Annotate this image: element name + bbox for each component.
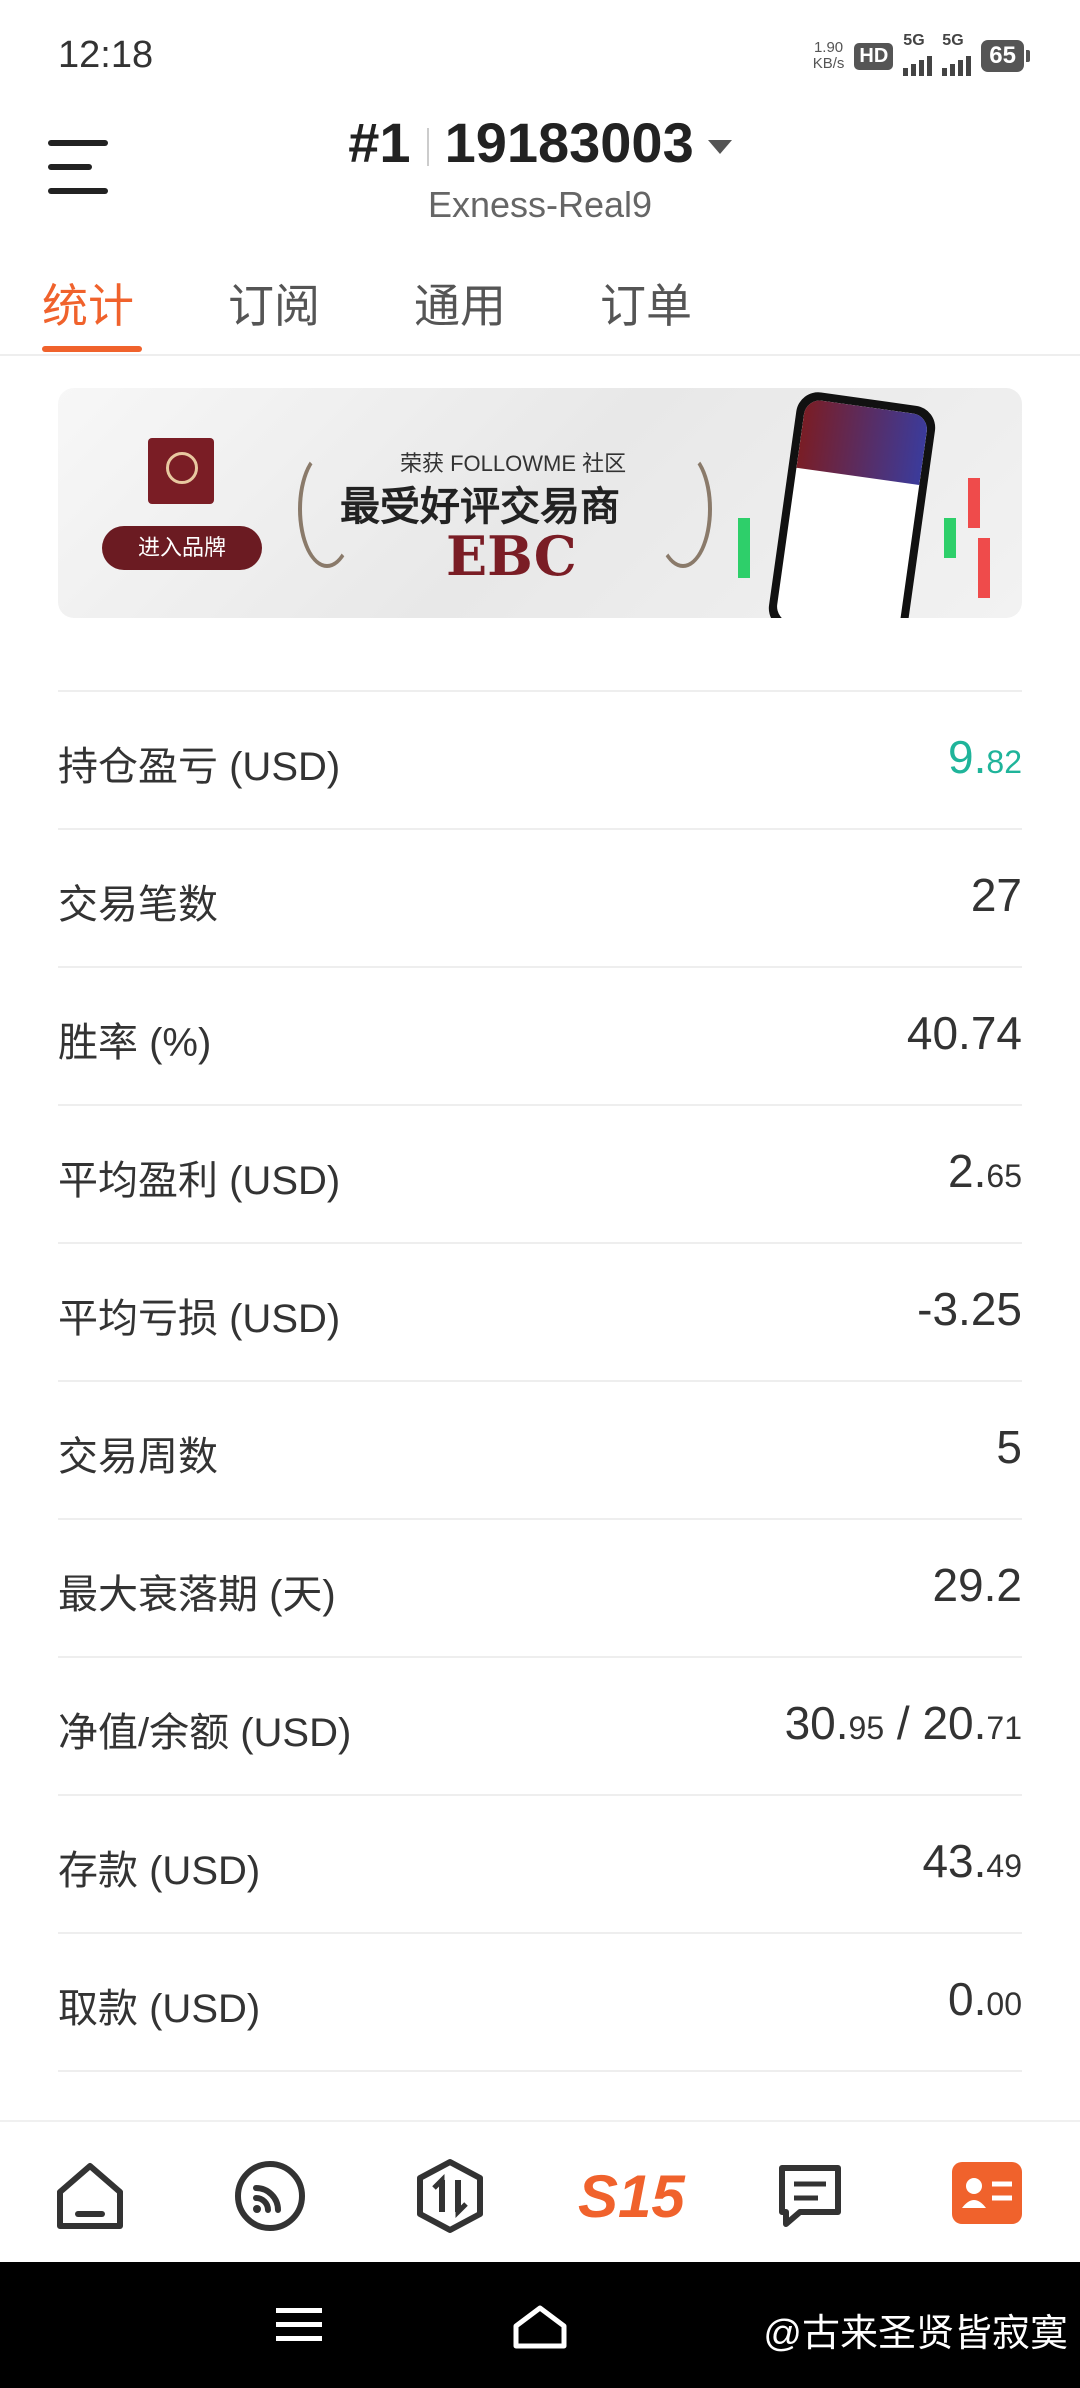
- promo-banner[interactable]: 进入品牌 荣获 FOLLOWME 社区 最受好评交易商 EBC: [58, 388, 1022, 618]
- stat-value-int: / 20.: [884, 1697, 987, 1749]
- stat-value-dec: 65: [986, 1158, 1022, 1194]
- network-speed: 1.90 KB/s: [813, 40, 845, 72]
- candle-graphic: [968, 478, 980, 528]
- stat-value: 5: [996, 1420, 1022, 1474]
- account-number: #1: [348, 111, 411, 174]
- stat-row: 交易周数 5: [58, 1382, 1022, 1520]
- stat-label: 交易笔数: [58, 883, 218, 927]
- stat-row: 取款 (USD) 0.00: [58, 1934, 1022, 2072]
- status-icons: 1.90 KB/s HD 5G 5G 65: [813, 32, 1030, 76]
- sim1-network: 5G: [903, 32, 925, 49]
- battery-icon: 65: [981, 40, 1030, 72]
- home-icon[interactable]: [52, 2158, 128, 2234]
- account-server: Exness-Real9: [427, 184, 653, 225]
- stat-value: 43.49: [922, 1834, 1022, 1888]
- stat-label: 胜率 (%): [58, 1021, 212, 1065]
- stat-value-int: 29.2: [932, 1559, 1022, 1611]
- tab-general[interactable]: 通用: [414, 270, 506, 336]
- stat-value-int: 27: [970, 869, 1022, 921]
- sim2-network: 5G: [942, 32, 964, 49]
- stat-label: 最大衰落期 (天): [58, 1573, 336, 1617]
- net-speed-unit: KB/s: [812, 55, 845, 72]
- tab-orders[interactable]: 订单: [600, 270, 692, 336]
- stat-label: 平均亏损 (USD): [58, 1297, 341, 1341]
- stat-value: 2.65: [948, 1144, 1022, 1198]
- stat-value-int: 40.74: [906, 1007, 1022, 1059]
- stat-row: 平均亏损 (USD) -3.25: [58, 1244, 1022, 1382]
- banner-brand: EBC: [446, 524, 577, 588]
- stat-row: 净值/余额 (USD) 30.95 / 20.71: [58, 1658, 1022, 1796]
- enter-brand-button[interactable]: 进入品牌: [102, 526, 262, 570]
- s15-tab[interactable]: S15: [578, 2162, 685, 2231]
- account-id: 19183003: [444, 111, 694, 174]
- ebc-logo: [148, 438, 214, 504]
- stat-row: 交易笔数 27: [58, 830, 1022, 968]
- stat-value-int: 5: [996, 1421, 1022, 1473]
- stat-value-dec: 95: [848, 1710, 885, 1746]
- stat-label: 持仓盈亏 (USD): [58, 745, 341, 789]
- status-bar: 12:18 1.90 KB/s HD 5G 5G 65: [0, 0, 1080, 110]
- dropdown-caret-icon: [707, 140, 732, 155]
- stat-label: 净值/余额 (USD): [58, 1711, 352, 1755]
- account-selector[interactable]: #1 19183003: [0, 110, 1080, 175]
- stat-value: 27: [971, 868, 1022, 922]
- stat-label: 交易周数: [58, 1435, 218, 1479]
- stat-value-int: 9.: [948, 731, 987, 783]
- phone-graphic: [765, 389, 939, 618]
- stat-value: 29.2: [932, 1558, 1022, 1612]
- bottom-nav: S15: [0, 2120, 1080, 2264]
- list-item-partial: [58, 640, 1022, 692]
- stat-value-dec: 49: [986, 1848, 1022, 1884]
- signal-icon: 5G: [903, 32, 933, 76]
- stat-value-int: 43.: [922, 1835, 987, 1887]
- stat-row: 最大衰落期 (天) 29.2: [58, 1520, 1022, 1658]
- stat-value-dec: 82: [986, 744, 1022, 780]
- candle-graphic: [944, 518, 956, 558]
- status-time: 12:18: [58, 34, 154, 76]
- stat-value: -3.25: [917, 1282, 1022, 1336]
- trade-icon[interactable]: [412, 2158, 488, 2234]
- stat-row: 平均盈利 (USD) 2.65: [58, 1106, 1022, 1244]
- stat-value-int: -3.25: [917, 1283, 1022, 1335]
- home-system-icon[interactable]: [510, 2302, 570, 2352]
- stat-value-dec: 00: [986, 1986, 1022, 2022]
- stat-value: 30.95 / 20.71: [785, 1696, 1022, 1750]
- stat-row: 胜率 (%) 40.74: [58, 968, 1022, 1106]
- stat-label: 存款 (USD): [58, 1849, 261, 1893]
- watermark: @古来圣贤皆寂寞: [763, 2313, 1068, 2355]
- stat-value: 9.82: [948, 730, 1022, 784]
- stat-value: 0.00: [948, 1972, 1022, 2026]
- tab-stats[interactable]: 统计: [42, 270, 134, 336]
- messages-icon[interactable]: [772, 2158, 848, 2234]
- stat-label: 取款 (USD): [58, 1987, 261, 2031]
- stat-row: 持仓盈亏 (USD) 9.82: [58, 692, 1022, 830]
- profile-icon[interactable]: [952, 2162, 1022, 2224]
- tab-bar: 统计 订阅 通用 订单: [0, 262, 1080, 356]
- candle-graphic: [978, 538, 990, 598]
- net-speed-value: 1.90: [813, 39, 844, 56]
- system-nav-bar: @古来圣贤皆寂寞: [0, 2262, 1080, 2388]
- divider: [426, 128, 429, 167]
- recent-apps-icon[interactable]: [276, 2308, 322, 2342]
- laurel-icon: [654, 450, 712, 568]
- stat-value: 40.74: [907, 1006, 1022, 1060]
- signal-icon: 5G: [942, 32, 972, 76]
- stat-value-int: 2.: [948, 1145, 987, 1197]
- tab-subscribe[interactable]: 订阅: [228, 270, 320, 336]
- stat-label: 平均盈利 (USD): [58, 1159, 341, 1203]
- stat-value-int: 30.: [784, 1697, 849, 1749]
- stat-value-dec: 71: [986, 1710, 1022, 1746]
- hd-icon: HD: [854, 42, 894, 70]
- candle-graphic: [738, 518, 750, 578]
- stat-value-int: 0.: [948, 1973, 987, 2025]
- active-tab-indicator: [42, 346, 142, 352]
- stat-row: 存款 (USD) 43.49: [58, 1796, 1022, 1934]
- feed-icon[interactable]: [232, 2158, 308, 2234]
